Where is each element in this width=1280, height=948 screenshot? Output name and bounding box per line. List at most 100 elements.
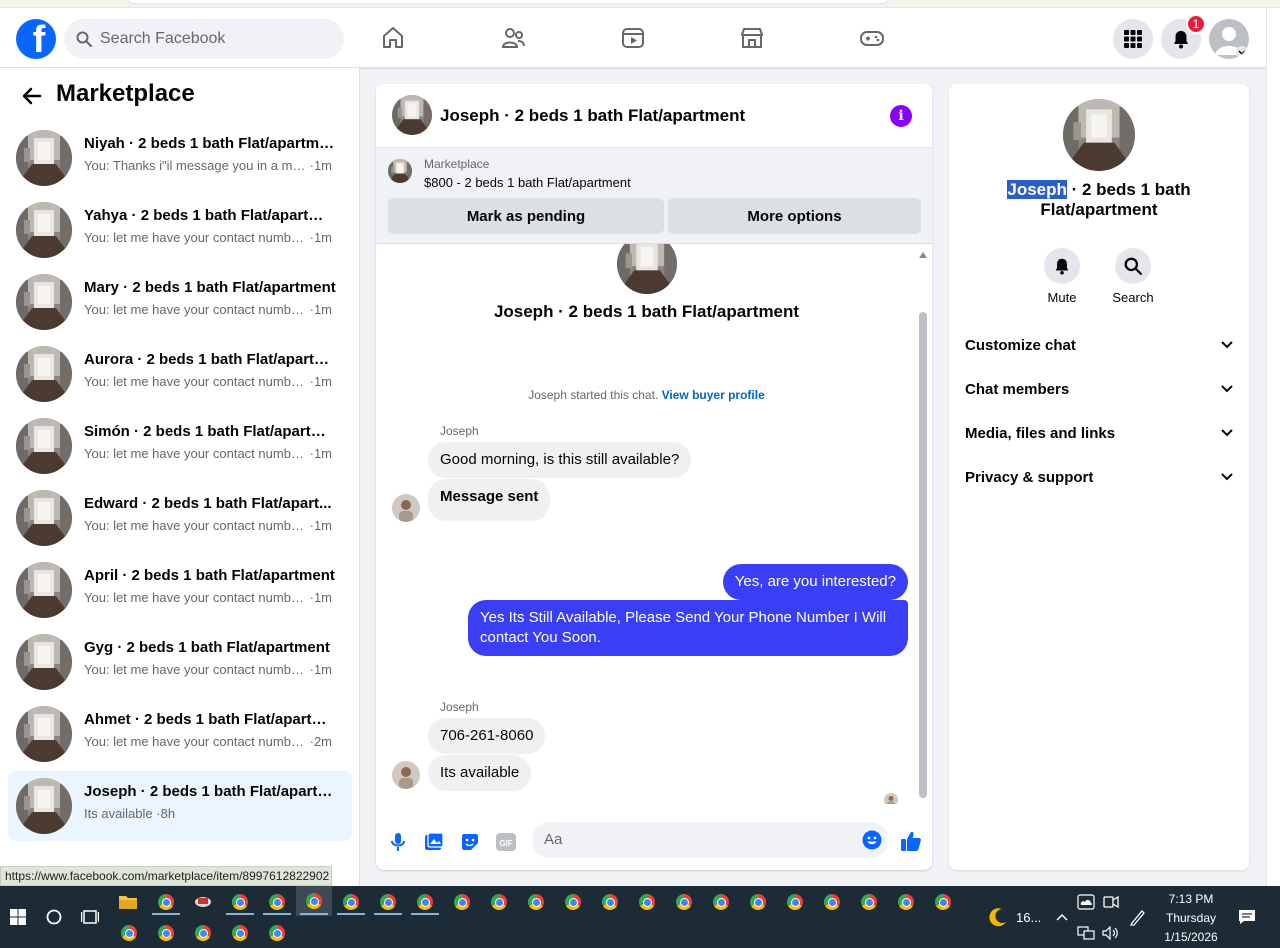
search-input[interactable] xyxy=(100,30,320,48)
chrome-taskbar-icon[interactable] xyxy=(896,892,916,912)
chrome-taskbar-icon[interactable] xyxy=(637,892,657,912)
conversation-item[interactable]: Edward · 2 beds 1 bath Flat/apart... You:… xyxy=(8,483,352,553)
weather-temperature[interactable]: 16... xyxy=(1016,910,1041,925)
listing-price-title[interactable]: $800 - 2 beds 1 bath Flat/apartment xyxy=(424,175,631,190)
chrome-taskbar-icon[interactable] xyxy=(711,892,731,912)
conversation-item[interactable]: Mary · 2 beds 1 bath Flat/apartment You: … xyxy=(8,267,352,337)
conversation-preview: You: let me have your contact numbe... ·… xyxy=(84,302,332,317)
chrome-taskbar-icon[interactable] xyxy=(296,886,332,916)
chrome-taskbar-icon[interactable] xyxy=(859,892,879,912)
mark-as-pending-button[interactable]: Mark as pending xyxy=(388,198,664,234)
volume-icon[interactable] xyxy=(1101,923,1121,943)
chevron-up-icon[interactable] xyxy=(1052,907,1072,927)
search-box[interactable] xyxy=(64,19,344,59)
conversation-item[interactable]: Yahya · 2 beds 1 bath Flat/apartment You:… xyxy=(8,195,352,265)
marketplace-icon[interactable] xyxy=(736,22,768,54)
info-section-row[interactable]: Customize chat xyxy=(965,327,1233,363)
app-icon[interactable] xyxy=(193,892,213,912)
incoming-message[interactable]: Message sent xyxy=(428,479,551,521)
more-options-button[interactable]: More options xyxy=(668,198,921,234)
clock-day[interactable]: Thursday xyxy=(1156,911,1226,925)
chrome-taskbar-icon[interactable] xyxy=(785,892,805,912)
chrome-taskbar-icon[interactable] xyxy=(156,892,176,912)
facebook-logo[interactable]: f xyxy=(16,19,56,59)
chrome-taskbar-icon[interactable] xyxy=(267,892,287,912)
chrome-taskbar-icon[interactable] xyxy=(563,892,583,912)
gif-icon[interactable]: GIF xyxy=(495,831,517,853)
incoming-message[interactable]: 706-261-8060 xyxy=(428,718,546,754)
incoming-message[interactable]: Its available xyxy=(428,755,532,791)
chat-title[interactable]: Joseph · 2 beds 1 bath Flat/apartment xyxy=(440,106,745,126)
back-arrow-icon[interactable] xyxy=(20,84,44,108)
incoming-message[interactable]: Good morning, is this still available? xyxy=(428,442,692,478)
chrome-taskbar-icon[interactable] xyxy=(748,892,768,912)
page-scrollbar[interactable] xyxy=(1266,8,1280,886)
menu-grid-icon[interactable] xyxy=(1113,19,1153,59)
network-icon[interactable] xyxy=(1076,923,1096,943)
sticker-icon[interactable] xyxy=(459,831,481,853)
conversation-item[interactable]: Simón · 2 beds 1 bath Flat/apartm... You:… xyxy=(8,411,352,481)
chrome-taskbar-icon[interactable] xyxy=(489,892,509,912)
conversation-item[interactable]: Gyg · 2 beds 1 bath Flat/apartment You: l… xyxy=(8,627,352,697)
conversation-item[interactable]: Aurora · 2 beds 1 bath Flat/apartm... You… xyxy=(8,339,352,409)
pen-icon[interactable] xyxy=(1128,907,1148,927)
emoji-icon[interactable] xyxy=(862,830,882,850)
chrome-taskbar-icon[interactable] xyxy=(452,892,472,912)
weather-moon-icon[interactable] xyxy=(987,906,1009,928)
photo-icon[interactable] xyxy=(423,831,445,853)
search-in-chat-button[interactable]: Search xyxy=(1103,248,1163,305)
chrome-taskbar-icon[interactable] xyxy=(674,892,694,912)
scrollbar-thumb[interactable] xyxy=(919,312,927,798)
message-input[interactable] xyxy=(544,831,844,848)
info-section-row[interactable]: Media, files and links xyxy=(965,415,1233,451)
notification-center-icon[interactable] xyxy=(1237,907,1257,927)
info-section-row[interactable]: Privacy & support xyxy=(965,459,1233,495)
chat-header: Joseph · 2 beds 1 bath Flat/apartment i xyxy=(376,84,932,148)
message-input-box[interactable] xyxy=(532,822,888,858)
chrome-taskbar-icon[interactable] xyxy=(267,923,287,943)
clock-time[interactable]: 7:13 PM xyxy=(1156,892,1226,906)
gaming-icon[interactable] xyxy=(856,22,888,54)
scroll-up-arrow-icon[interactable] xyxy=(919,252,927,258)
video-icon[interactable] xyxy=(617,22,649,54)
chrome-taskbar-icon[interactable] xyxy=(822,892,842,912)
chrome-taskbar-icon[interactable] xyxy=(193,923,213,943)
chat-scrollbar[interactable] xyxy=(917,250,929,802)
info-icon[interactable]: i xyxy=(890,105,912,127)
conversation-item[interactable]: Ahmet · 2 beds 1 bath Flat/apartm... You:… xyxy=(8,699,352,769)
chat-avatar[interactable] xyxy=(392,95,432,135)
file-explorer-icon[interactable] xyxy=(118,892,138,912)
search-circle-icon[interactable] xyxy=(44,907,64,927)
message-thread[interactable]: Joseph · 2 beds 1 bath Flat/apartment Jo… xyxy=(376,244,932,804)
outgoing-message[interactable]: Yes, are you interested? xyxy=(722,564,908,600)
windows-start-icon[interactable] xyxy=(8,907,28,927)
view-buyer-profile-link[interactable]: View buyer profile xyxy=(662,388,765,402)
chrome-taskbar-icon[interactable] xyxy=(119,923,139,943)
onedrive-cloud-icon[interactable] xyxy=(1076,892,1096,912)
chrome-taskbar-icon[interactable] xyxy=(526,892,546,912)
home-icon[interactable] xyxy=(377,22,409,54)
chrome-taskbar-icon[interactable] xyxy=(415,892,435,912)
like-thumbs-up-icon[interactable] xyxy=(899,829,923,853)
mute-button[interactable]: Mute xyxy=(1032,248,1092,305)
task-view-icon[interactable] xyxy=(80,907,100,927)
conversation-item[interactable]: Niyah · 2 beds 1 bath Flat/apartment You:… xyxy=(8,123,352,193)
chrome-taskbar-icon[interactable] xyxy=(156,923,176,943)
chrome-taskbar-icon[interactable] xyxy=(933,892,953,912)
listing-thumbnail[interactable] xyxy=(388,159,412,183)
chrome-taskbar-icon[interactable] xyxy=(230,892,250,912)
conversation-item[interactable]: Joseph · 2 beds 1 bath Flat/apartm... Its… xyxy=(8,771,352,841)
friends-icon[interactable] xyxy=(497,22,529,54)
microphone-icon[interactable] xyxy=(387,831,409,853)
chrome-taskbar-icon[interactable] xyxy=(378,892,398,912)
meet-now-icon[interactable] xyxy=(1101,892,1121,912)
clock-date[interactable]: 1/15/2026 xyxy=(1156,930,1226,944)
info-section-row[interactable]: Chat members xyxy=(965,371,1233,407)
chrome-taskbar-icon[interactable] xyxy=(341,892,361,912)
conversation-item[interactable]: April · 2 beds 1 bath Flat/apartment You:… xyxy=(8,555,352,625)
chrome-taskbar-icon[interactable] xyxy=(230,923,250,943)
profile-avatar[interactable] xyxy=(1063,99,1135,171)
outgoing-message[interactable]: Yes Its Still Available, Please Send You… xyxy=(468,600,908,656)
chrome-taskbar-icon[interactable] xyxy=(600,892,620,912)
account-avatar[interactable] xyxy=(1209,19,1249,59)
